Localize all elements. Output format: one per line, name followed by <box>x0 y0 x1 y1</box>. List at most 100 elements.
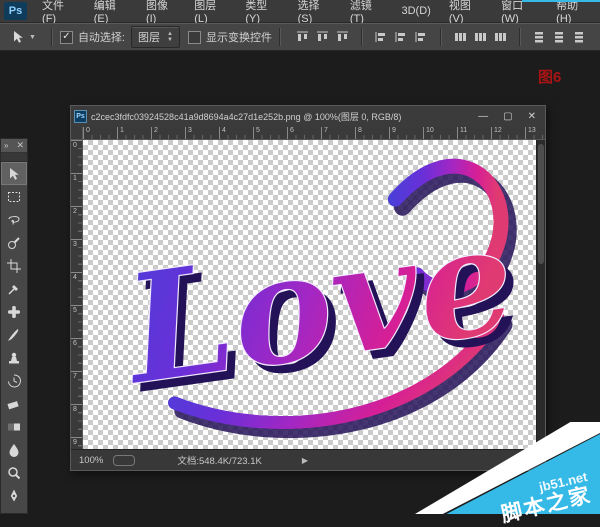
align-bottom-edges-icon[interactable] <box>334 29 351 46</box>
marquee-tool-icon[interactable] <box>1 185 27 208</box>
h-ruler-tick-label: 10 <box>426 127 434 134</box>
menu-item-1[interactable]: 文件(F) <box>33 0 85 22</box>
blur-tool-icon[interactable] <box>1 438 27 461</box>
align-right-edges-icon[interactable] <box>413 29 430 46</box>
quick-selection-tool-icon[interactable] <box>1 231 27 254</box>
show-transform-checkbox[interactable] <box>188 31 201 44</box>
menu-item-6[interactable]: 选择(S) <box>289 0 341 22</box>
v-ruler-tick-label: 8 <box>73 406 77 413</box>
menu-item-10[interactable]: 窗口(W) <box>492 0 547 22</box>
status-scratch-icon <box>113 455 135 466</box>
collapse-panel-icon[interactable]: » <box>4 141 8 150</box>
vertical-scrollbar[interactable] <box>536 140 545 450</box>
tools-tab-strip <box>1 153 27 162</box>
status-expand-icon[interactable]: ▶ <box>302 456 308 465</box>
h-ruler-tick-label: 12 <box>494 127 502 134</box>
lasso-tool-icon[interactable] <box>1 208 27 231</box>
v-ruler-tick-label: 6 <box>73 340 77 347</box>
svg-text:Love: Love <box>112 190 525 419</box>
distribute-top-edges-icon[interactable] <box>452 29 469 46</box>
figure-caption: 图6 <box>538 66 561 87</box>
show-transform-label: 显示变换控件 <box>206 29 272 45</box>
eyedropper-tool-icon[interactable] <box>1 277 27 300</box>
v-ruler-tick-label: 2 <box>73 208 77 215</box>
h-ruler-tick-label: 7 <box>324 127 328 134</box>
love-artwork: Love Love <box>83 140 536 450</box>
menu-item-2[interactable]: 编辑(E) <box>85 0 137 22</box>
h-ruler-tick-label: 3 <box>188 127 192 134</box>
dropdown-value: 图层 <box>138 29 160 45</box>
site-watermark: jb51.net 脚本之家 <box>415 422 600 514</box>
canvas[interactable]: Love Love <box>83 140 536 450</box>
gradient-tool-icon[interactable] <box>1 415 27 438</box>
zoom-level[interactable]: 100% <box>79 455 103 466</box>
h-ruler-tick-label: 13 <box>528 127 536 134</box>
document-title: c2cec3fdfc03924528c41a9d8694a4c27d1e252b… <box>91 110 401 123</box>
align-left-edges-icon[interactable] <box>373 29 390 46</box>
tools-panel: » ✕ <box>0 138 28 514</box>
distribute-left-edges-icon[interactable] <box>531 29 548 46</box>
distribute-vertical-centers-icon[interactable] <box>472 29 489 46</box>
auto-select-checkbox[interactable]: ✓ <box>60 31 73 44</box>
distribute-horizontal-centers-icon[interactable] <box>551 29 568 46</box>
align-horizontal-centers-icon[interactable] <box>393 29 410 46</box>
move-tool-icon[interactable]: ▼ <box>10 29 36 45</box>
v-ruler-tick-label: 0 <box>73 142 77 149</box>
menu-item-9[interactable]: 视图(V) <box>440 0 492 22</box>
document-window: Ps c2cec3fdfc03924528c41a9d8694a4c27d1e2… <box>70 105 546 471</box>
ruler-corner <box>71 127 83 140</box>
spot-healing-brush-tool-icon[interactable] <box>1 300 27 323</box>
document-ps-icon: Ps <box>74 110 87 123</box>
tool-preset-arrow-icon: ▼ <box>29 34 36 41</box>
history-brush-tool-icon[interactable] <box>1 369 27 392</box>
v-ruler-tick-label: 3 <box>73 241 77 248</box>
auto-select-target-dropdown[interactable]: 图层 ▲▼ <box>131 26 180 48</box>
top-edge-accent <box>522 0 600 2</box>
menu-item-4[interactable]: 图层(L) <box>185 0 236 22</box>
pen-tool-icon[interactable] <box>1 484 27 507</box>
menu-bar: Ps 文件(F)编辑(E)图像(I)图层(L)类型(Y)选择(S)滤镜(T)3D… <box>0 0 600 23</box>
vertical-ruler: 0123456789 <box>71 140 83 450</box>
maximize-button[interactable]: ▢ <box>503 111 512 122</box>
document-title-bar[interactable]: Ps c2cec3fdfc03924528c41a9d8694a4c27d1e2… <box>71 106 545 128</box>
minimize-button[interactable]: — <box>478 111 488 122</box>
h-ruler-tick-label: 5 <box>256 127 260 134</box>
horizontal-ruler: 012345678910111213 <box>83 127 545 140</box>
h-ruler-tick-label: 1 <box>120 127 124 134</box>
distribute-right-edges-icon[interactable] <box>571 29 588 46</box>
distribute-bottom-edges-icon[interactable] <box>492 29 509 46</box>
separator <box>440 28 442 46</box>
menu-item-7[interactable]: 滤镜(T) <box>341 0 393 22</box>
crop-tool-icon[interactable] <box>1 254 27 277</box>
separator <box>279 28 281 46</box>
menu-item-8[interactable]: 3D(D) <box>392 0 439 22</box>
scrollbar-thumb[interactable] <box>538 144 544 264</box>
h-ruler-tick-label: 8 <box>358 127 362 134</box>
menu-item-11[interactable]: 帮助(H) <box>547 0 600 22</box>
v-ruler-tick-label: 9 <box>73 439 77 446</box>
dodge-tool-icon[interactable] <box>1 461 27 484</box>
separator <box>51 28 53 46</box>
dropdown-arrows-icon: ▲▼ <box>167 31 173 43</box>
move-tool-icon[interactable] <box>1 162 27 185</box>
document-size-info: 文档:548.4K/723.1K <box>177 453 262 467</box>
separator <box>519 28 521 46</box>
h-ruler-tick-label: 2 <box>154 127 158 134</box>
menu-item-5[interactable]: 类型(Y) <box>236 0 288 22</box>
align-top-edges-icon[interactable] <box>294 29 311 46</box>
align-vertical-centers-icon[interactable] <box>314 29 331 46</box>
photoshop-logo: Ps <box>4 2 27 20</box>
h-ruler-tick-label: 9 <box>392 127 396 134</box>
clone-stamp-tool-icon[interactable] <box>1 346 27 369</box>
v-ruler-tick-label: 5 <box>73 307 77 314</box>
close-button[interactable]: ✕ <box>528 111 536 122</box>
h-ruler-tick-label: 4 <box>222 127 226 134</box>
h-ruler-tick-label: 0 <box>86 127 90 134</box>
options-bar: ▼ ✓ 自动选择: 图层 ▲▼ 显示变换控件 <box>0 23 600 51</box>
brush-tool-icon[interactable] <box>1 323 27 346</box>
separator <box>361 28 363 46</box>
menu-item-3[interactable]: 图像(I) <box>137 0 185 22</box>
close-panel-icon[interactable]: ✕ <box>16 140 24 151</box>
v-ruler-tick-label: 4 <box>73 274 77 281</box>
eraser-tool-icon[interactable] <box>1 392 27 415</box>
